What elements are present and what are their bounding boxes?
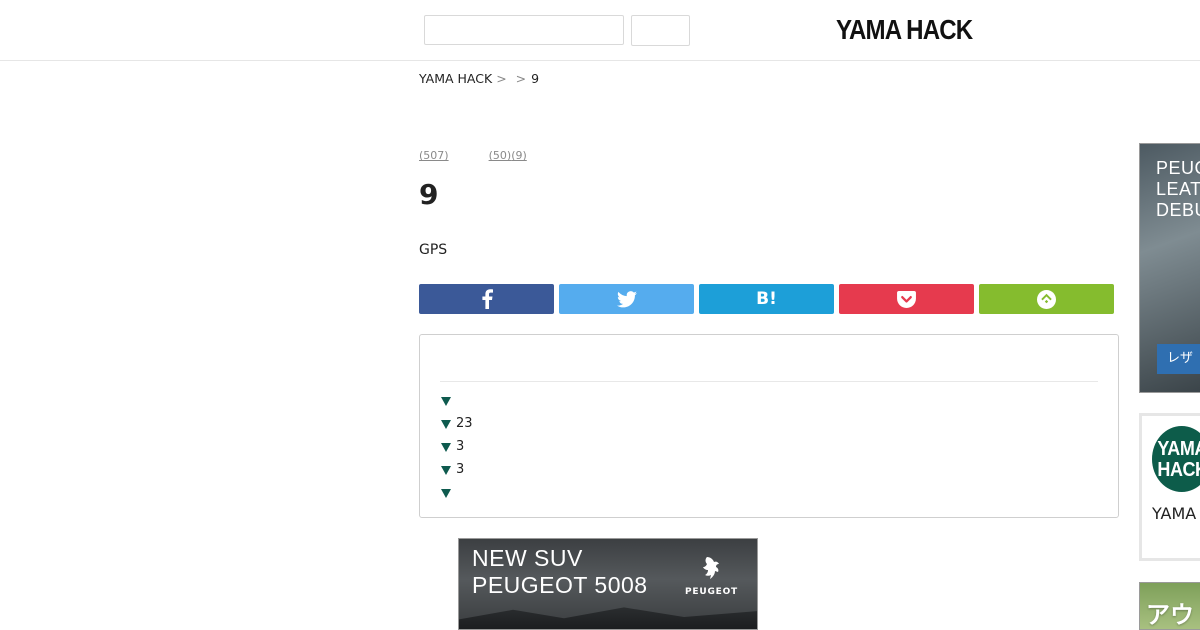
triangle-down-icon [441, 397, 451, 406]
toc-item[interactable]: 3 [440, 438, 473, 461]
ad-text: アウ [1146, 600, 1194, 629]
breadcrumb-separator: > [515, 71, 527, 86]
pocket-icon [897, 290, 916, 308]
toc-item-label[interactable]: 3 [456, 461, 464, 479]
avatar: YAMAHACK [1152, 426, 1200, 492]
toc-list: 23 3 3 [440, 392, 473, 507]
peugeot-ad-banner[interactable]: NEW SUV PEUGEOT 5008 PEUGEOT [458, 538, 758, 630]
category-tags: (507) (50)(9) [419, 149, 527, 162]
profile-name: YAMA [1152, 504, 1197, 523]
article-title: 9 [419, 178, 439, 211]
triangle-down-icon [441, 443, 451, 452]
search-button[interactable] [631, 15, 690, 46]
toc-item-label[interactable]: 23 [456, 415, 473, 433]
share-buttons: B! [419, 284, 1114, 314]
ad-text-line: LEAT [1156, 179, 1200, 199]
ad-headline: NEW SUV [472, 545, 583, 571]
category-tag-link[interactable]: (507) [419, 149, 449, 162]
category-tag-link[interactable]: (50) [489, 149, 512, 162]
share-facebook-button[interactable] [419, 284, 554, 314]
breadcrumb-current: 9 [531, 71, 540, 86]
twitter-icon [616, 290, 637, 307]
triangle-down-icon [441, 466, 451, 475]
ad-brand: PEUGEOT [685, 587, 738, 597]
share-feedly-button[interactable] [979, 284, 1114, 314]
toc-item[interactable]: 23 [440, 415, 473, 438]
site-header: YAMA HACK [0, 0, 1200, 61]
article-lead: GPS [419, 242, 448, 258]
share-pocket-button[interactable] [839, 284, 974, 314]
breadcrumb-separator: > [496, 71, 507, 86]
ad-text-line: DEBU [1156, 200, 1200, 220]
toc-item[interactable]: 3 [440, 461, 473, 484]
facebook-icon [481, 289, 493, 309]
category-tag-link[interactable]: (9) [511, 149, 527, 162]
toc-item-label[interactable]: 3 [456, 438, 464, 456]
site-logo[interactable]: YAMA HACK [836, 14, 973, 46]
breadcrumb: YAMA HACK > >9 [419, 71, 539, 86]
ad-subheadline: PEUGEOT 5008 [472, 572, 648, 598]
triangle-down-icon [441, 420, 451, 429]
triangle-down-icon [441, 489, 451, 498]
feedly-icon [1037, 289, 1056, 309]
breadcrumb-home-link[interactable]: YAMA HACK [419, 71, 492, 86]
peugeot-lion-icon [703, 557, 719, 579]
toc-item[interactable] [440, 484, 473, 507]
sidebar-ad-banner[interactable]: PEUG LEAT DEBU レザ [1139, 143, 1200, 393]
ad-cta-button[interactable]: レザ [1157, 344, 1200, 374]
share-hatena-button[interactable]: B! [699, 284, 834, 314]
sidebar-ad-banner-2[interactable]: アウ [1139, 582, 1200, 630]
search-input[interactable] [424, 15, 624, 45]
ad-scenery [459, 607, 757, 629]
toc-divider [440, 381, 1098, 382]
ad-text-line: PEUG [1156, 158, 1200, 178]
profile-card[interactable]: YAMAHACK YAMA [1139, 413, 1200, 561]
table-of-contents: 23 3 3 [419, 334, 1119, 518]
share-twitter-button[interactable] [559, 284, 694, 314]
toc-item[interactable] [440, 392, 473, 415]
hatena-bookmark-icon: B! [756, 289, 777, 309]
